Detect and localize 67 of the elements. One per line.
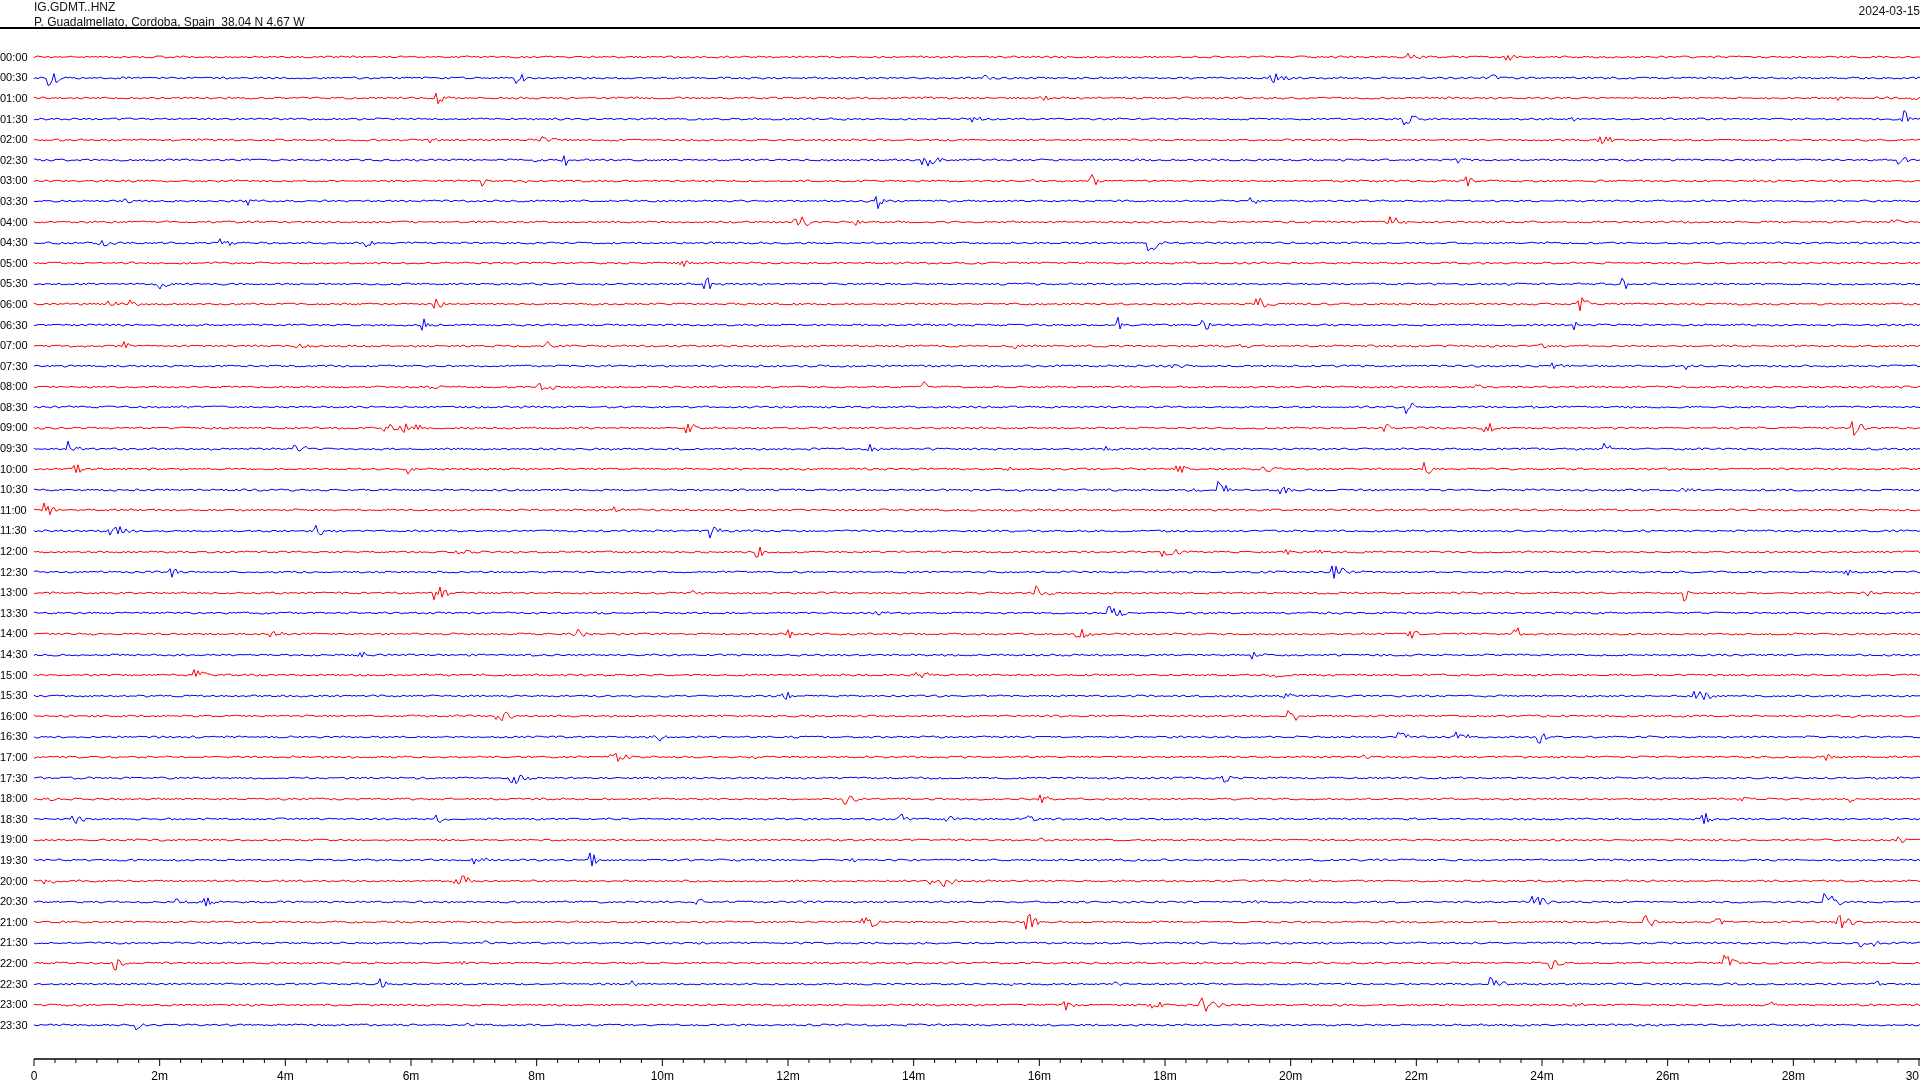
time-label: 00:30 (0, 71, 29, 85)
date-label: 2024-03-15 (1858, 4, 1920, 19)
time-label: 11:00 (0, 503, 28, 517)
time-label: 12:30 (0, 565, 29, 579)
time-label: 13:30 (0, 606, 29, 620)
time-label: 06:00 (0, 297, 29, 311)
time-label: 18:00 (0, 792, 29, 806)
time-label: 01:30 (0, 112, 29, 126)
time-label: 15:00 (0, 668, 29, 682)
time-label: 04:30 (0, 236, 29, 250)
time-label: 14:00 (0, 627, 29, 641)
time-label: 06:30 (0, 318, 29, 332)
time-label: 02:30 (0, 153, 29, 167)
time-label: 21:30 (0, 936, 29, 950)
tick-label: 26m (1656, 1068, 1680, 1080)
time-label: 08:00 (0, 380, 29, 394)
time-label: 09:00 (0, 421, 29, 435)
station-info: P. Guadalmellato, Cordoba, Spain 38.04 N 4.67 W (34, 15, 305, 30)
tick-label: 20m (1279, 1068, 1303, 1080)
tick-label: 10m (650, 1068, 674, 1080)
time-label: 21:00 (0, 915, 29, 929)
tick-label: 30 (1905, 1068, 1919, 1080)
tick-label: 0 (30, 1068, 38, 1080)
time-label: 20:30 (0, 895, 29, 909)
time-label: 03:30 (0, 194, 29, 208)
time-label: 09:30 (0, 442, 29, 456)
time-label: 11:30 (0, 524, 28, 538)
time-label: 22:00 (0, 956, 29, 970)
time-label: 22:30 (0, 977, 29, 991)
channel-title: IG.GDMT..HNZ (34, 0, 117, 15)
time-label: 14:30 (0, 648, 29, 661)
time-label: 07:30 (0, 359, 29, 373)
time-label: 13:00 (0, 586, 29, 600)
tick-label: 8m (528, 1068, 545, 1080)
tick-label: 24m (1530, 1068, 1554, 1080)
time-label: 18:30 (0, 812, 29, 826)
time-label: 05:30 (0, 277, 29, 291)
tick-label: 4m (277, 1068, 294, 1080)
time-label: 10:00 (0, 462, 29, 476)
time-label: 17:00 (0, 751, 29, 764)
time-label: 02:00 (0, 133, 29, 147)
tick-label: 6m (402, 1068, 420, 1080)
time-label: 12:00 (0, 545, 29, 559)
tick-label: 28m (1781, 1068, 1805, 1080)
time-label: 01:00 (0, 92, 29, 105)
time-label: 04:00 (0, 215, 29, 229)
tick-label: 22m (1404, 1068, 1428, 1080)
tick-label: 18m (1153, 1068, 1177, 1080)
time-label: 17:30 (0, 771, 29, 785)
time-label: 10:30 (0, 483, 29, 497)
time-label: 19:00 (0, 833, 29, 847)
time-label: 03:00 (0, 174, 29, 188)
time-label: 16:00 (0, 709, 29, 723)
tick-label: 2m (151, 1068, 168, 1080)
time-label: 00:00 (0, 50, 29, 64)
time-label: 05:00 (0, 256, 29, 270)
time-label: 08:30 (0, 400, 29, 414)
tick-label: 12m (776, 1068, 800, 1080)
tick-label: 16m (1027, 1068, 1051, 1080)
time-label: 20:00 (0, 874, 29, 888)
time-label: 16:30 (0, 730, 29, 744)
time-label: 07:00 (0, 339, 29, 353)
time-label: 23:00 (0, 998, 29, 1012)
time-label: 23:30 (0, 1018, 29, 1032)
time-label: 19:30 (0, 853, 29, 867)
tick-label: 14m (902, 1068, 926, 1080)
time-label: 15:30 (0, 689, 29, 703)
